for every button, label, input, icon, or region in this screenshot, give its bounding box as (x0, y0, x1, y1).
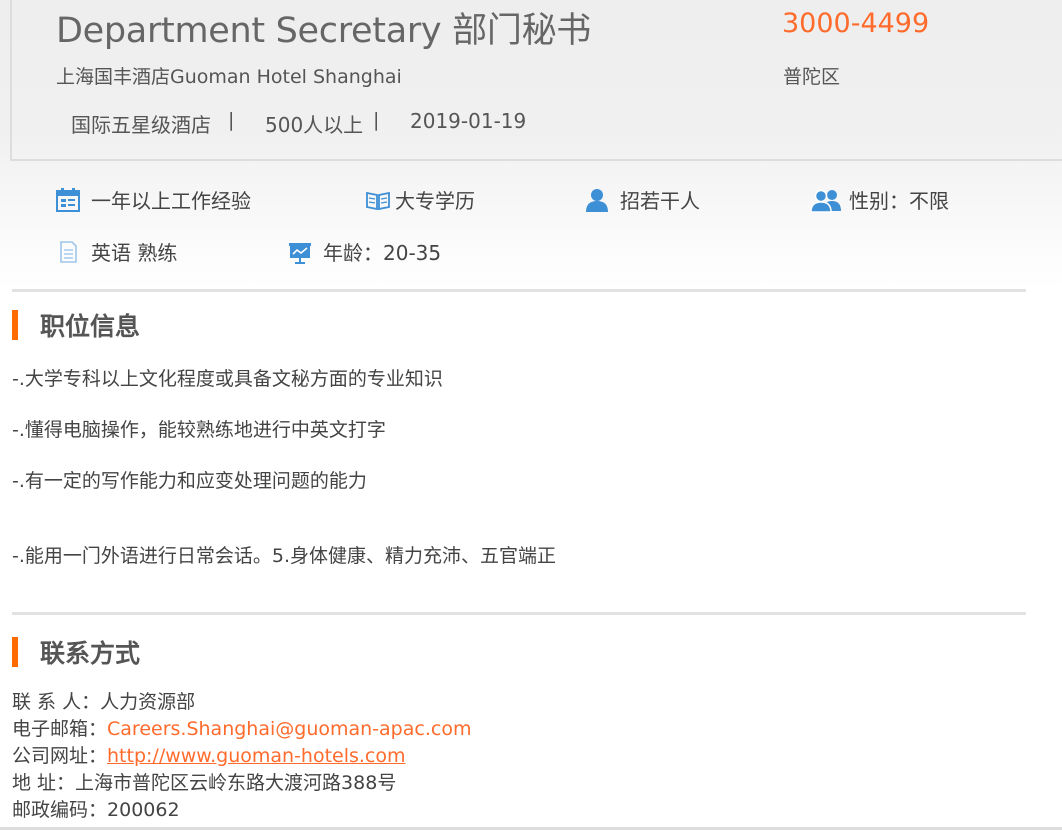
person-icon (584, 187, 610, 213)
contact-address-row: 地 址：上海市普陀区云岭东路大渡河路388号 (12, 770, 396, 797)
salary-range: 3000-4499 (782, 8, 930, 39)
meta-separator: | (373, 109, 380, 131)
requirement-label: 性别：不限 (849, 189, 949, 213)
contact-website-label: 公司网址： (12, 745, 108, 767)
presentation-icon (287, 239, 313, 265)
requirement-gender: 性别：不限 (811, 185, 949, 214)
requirement-label: 年龄：20-35 (323, 241, 442, 265)
requirement-label: 招若干人 (620, 189, 700, 213)
contact-email-link[interactable]: Careers.Shanghai@guoman-apac.com (107, 718, 471, 740)
section-title: 联系方式 (40, 639, 141, 668)
contact-website-link[interactable]: http://www.guoman-hotels.com (107, 745, 406, 767)
heading-accent-bar (12, 637, 18, 667)
contact-postcode-label: 邮政编码： (12, 799, 108, 821)
people-icon (811, 187, 843, 213)
requirement-experience: 一年以上工作经验 (55, 185, 251, 214)
district: 普陀区 (783, 66, 841, 88)
requirement-language: 英语 熟练 (55, 237, 177, 266)
requirement-label: 一年以上工作经验 (91, 189, 251, 213)
contact-postcode-row: 邮政编码：200062 (12, 797, 180, 824)
section-title: 职位信息 (40, 312, 141, 341)
requirement-education: 大专学历 (365, 185, 475, 214)
post-date: 2019-01-19 (410, 109, 527, 133)
requirement-headcount: 招若干人 (584, 185, 700, 214)
contact-email-label: 电子邮箱： (12, 718, 108, 740)
requirement-age: 年龄：20-35 (287, 237, 441, 266)
company-name[interactable]: 上海国丰酒店Guoman Hotel Shanghai (56, 62, 402, 89)
contact-address-value: 上海市普陀区云岭东路大渡河路388号 (75, 772, 397, 794)
position-info-heading: 职位信息 (12, 307, 140, 343)
heading-accent-bar (12, 310, 18, 340)
job-header: Department Secretary 部门秘书 3000-4499 上海国丰… (0, 0, 1062, 290)
duty-item: -.有一定的写作能力和应变处理问题的能力 (12, 470, 367, 492)
requirement-label: 大专学历 (395, 189, 475, 213)
contact-person-value: 人力资源部 (100, 691, 196, 713)
duty-item: -.大学专科以上文化程度或具备文秘方面的专业知识 (12, 368, 443, 390)
document-icon (55, 239, 81, 265)
contact-person-label: 联 系 人： (12, 691, 101, 713)
meta-separator: | (228, 109, 235, 131)
contact-website-row: 公司网址：http://www.guoman-hotels.com (12, 743, 406, 770)
contact-postcode-value: 200062 (107, 799, 180, 821)
contact-heading: 联系方式 (12, 634, 140, 670)
calendar-icon (55, 187, 81, 213)
book-icon (365, 187, 391, 213)
section-divider (12, 612, 1026, 615)
requirement-label: 英语 熟练 (91, 241, 178, 265)
contact-email-row: 电子邮箱：Careers.Shanghai@guoman-apac.com (12, 716, 471, 743)
company-industry: 国际五星级酒店 (71, 113, 211, 137)
company-size: 500人以上 (265, 113, 364, 137)
duty-item: -.懂得电脑操作，能较熟练地进行中英文打字 (12, 419, 386, 441)
section-divider (12, 289, 1026, 292)
contact-address-label: 地 址： (12, 772, 76, 794)
job-title: Department Secretary 部门秘书 (56, 11, 591, 51)
duty-item: -.能用一门外语进行日常会话。5.身体健康、精力充沛、五官端正 (12, 545, 557, 567)
contact-person-row: 联 系 人：人力资源部 (12, 689, 195, 716)
